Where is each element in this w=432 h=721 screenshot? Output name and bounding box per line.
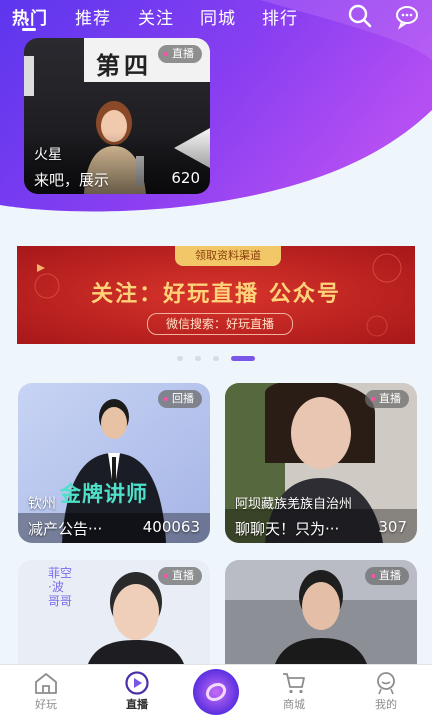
active-tab-indicator [22,28,36,31]
viewer-count: 400063 [142,518,200,536]
nav-label: 商城 [283,698,305,711]
profile-icon [377,672,395,695]
nav-label: 直播 [126,698,148,711]
play-circle-icon [125,671,149,695]
card-location: 阿坝藏族羌族自治州 [235,497,353,512]
nav-label: 好玩 [35,698,57,711]
banner-subline: 微信搜索：好玩直播 [147,313,293,335]
overlay-caption: 金牌讲师 [60,482,148,506]
nav-item-live[interactable]: 直播 [107,671,167,712]
live-badge: 直播 [365,390,409,408]
stream-card[interactable]: 直播 阿坝藏族羌族自治州 聊聊天！只为··· 307 [225,383,417,543]
promo-banner[interactable]: 领取资料渠道 关注：好玩直播 公众号 微信搜索：好玩直播 [17,246,415,344]
viewer-count: 307 [378,518,407,536]
message-icon[interactable] [393,2,421,30]
card-title: 聊聊天！只为··· [235,520,340,538]
cart-icon [283,673,305,694]
center-live-icon [193,669,239,715]
overlay-caption: 菲空·波哥哥 [48,566,73,608]
tab-nearby[interactable]: 同城 [200,4,236,29]
card-title: 来吧，展示 [34,171,110,189]
nav-item-home[interactable]: 好玩 [16,671,76,712]
live-badge: 直播 [158,45,202,63]
featured-live-card[interactable]: 第四 直播 火星 来吧，展示 620 [24,38,210,194]
card-title: 减产公告··· [28,520,103,538]
card-location: 火星 [34,147,62,163]
tab-ranking[interactable]: 排行 [262,4,298,29]
stream-card[interactable]: 菲空·波哥哥 直播 [18,560,210,664]
banner-headline: 关注：好玩直播 公众号 [91,281,341,307]
nav-item-shop[interactable]: 商城 [264,671,324,712]
card-location: 钦州 [28,496,56,512]
center-live-button[interactable] [192,668,240,716]
carousel-dot-active[interactable] [231,356,255,361]
carousel-indicator [0,356,432,362]
search-icon[interactable] [346,2,374,30]
carousel-dot[interactable] [195,356,201,361]
banner-tag: 领取资料渠道 [175,246,281,266]
featured-backdrop-text: 第四 [96,52,152,80]
live-badge: 直播 [365,567,409,585]
home-icon [35,673,57,694]
top-tab-bar: 热门 推荐 关注 同城 排行 [0,0,432,34]
tab-recommend[interactable]: 推荐 [75,4,111,29]
tab-follow[interactable]: 关注 [138,4,174,29]
tab-hot[interactable]: 热门 [12,4,48,29]
live-badge: 直播 [158,567,202,585]
stream-card[interactable]: 金牌讲师 回播 钦州 减产公告··· 400063 [18,383,210,543]
nav-label: 我的 [375,698,397,711]
stream-card[interactable]: 直播 [225,560,417,664]
viewer-count: 620 [171,169,200,187]
carousel-dot[interactable] [177,356,183,361]
carousel-dot[interactable] [213,356,219,361]
nav-item-profile[interactable]: 我的 [356,671,416,712]
replay-badge: 回播 [158,390,202,408]
